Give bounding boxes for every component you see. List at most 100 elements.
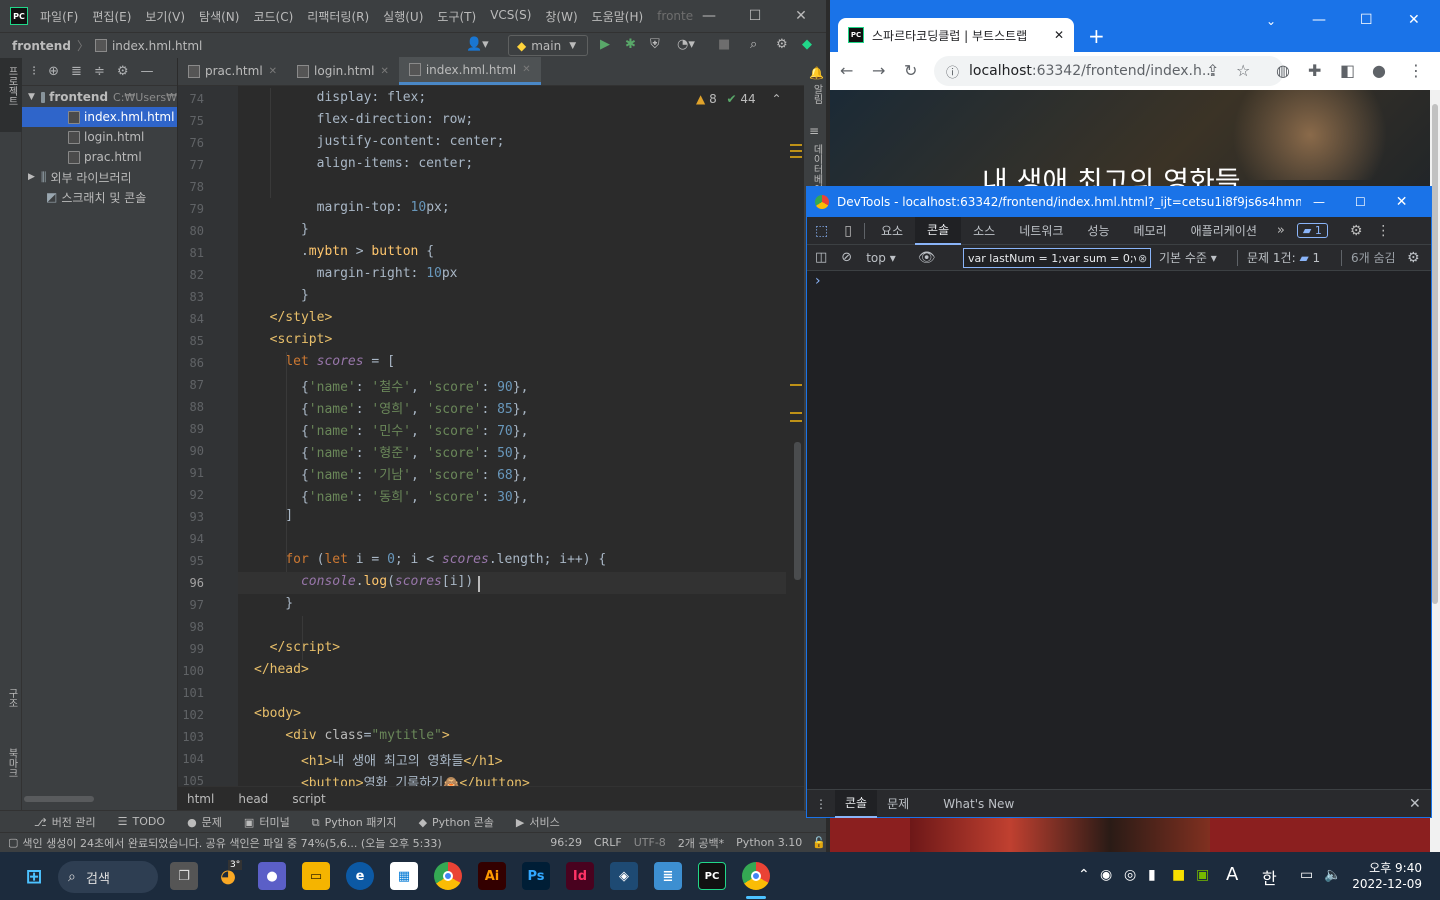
code-line[interactable]: </script>	[254, 640, 340, 655]
close-tab-icon[interactable]: ✕	[269, 66, 277, 77]
clear-filter-icon[interactable]: ⊗	[1138, 252, 1147, 265]
sidebar-toggle-icon[interactable]: ◫	[807, 250, 835, 265]
gear-icon[interactable]: ⚙	[1350, 223, 1363, 239]
store-icon[interactable]: ▦	[390, 862, 418, 890]
scroll-thumb[interactable]	[794, 442, 801, 580]
tool-window-button[interactable]: ⎇ 버전 관리	[34, 814, 96, 830]
chevron-up-icon[interactable]: ⌃	[1078, 867, 1090, 883]
search-icon[interactable]: ⌕	[750, 37, 757, 52]
tree-file[interactable]: index.hml.html	[22, 107, 177, 127]
tree-scratches[interactable]: ◩ 스크래치 및 콘솔	[22, 187, 177, 207]
eye-icon[interactable]: 👁	[918, 250, 936, 266]
menu-item[interactable]: 탐색(N)	[199, 8, 239, 25]
expand-all-icon[interactable]: ≣	[71, 64, 82, 79]
browser-tab[interactable]: PC 스파르타코딩클럽 | 부트스트랩 ✕	[838, 18, 1074, 52]
tool-window-button[interactable]: ◆ Python 콘솔	[419, 814, 494, 830]
collapse-all-icon[interactable]: ≑	[94, 64, 105, 79]
code-line[interactable]: {'name': '영희', 'score': 85},	[254, 398, 528, 417]
run-icon[interactable]: ▶	[600, 37, 610, 52]
close-icon[interactable]: ✕	[1396, 194, 1408, 210]
gear-icon[interactable]: ⚙	[776, 37, 788, 52]
stop-icon[interactable]: ■	[718, 37, 730, 52]
pycharm-taskbar-icon[interactable]: PC	[698, 862, 726, 890]
breadcrumb-project[interactable]: frontend	[12, 39, 71, 53]
tool-window-button[interactable]: ☰ TODO	[118, 815, 165, 828]
horizontal-scrollbar[interactable]	[24, 796, 94, 802]
warning-marker[interactable]	[790, 150, 802, 152]
code-line[interactable]: margin-top: 10px;	[254, 200, 450, 215]
inspect-icon[interactable]: ⬚	[807, 223, 836, 239]
log-level-selector[interactable]: 기본 수준 ▾	[1159, 249, 1217, 266]
drawer-menu-icon[interactable]: ⋮	[807, 797, 835, 811]
minimize-icon[interactable]: —	[1312, 12, 1326, 28]
menu-item[interactable]: 창(W)	[545, 8, 577, 25]
notifications-tool-label[interactable]: 알림	[809, 84, 824, 104]
path-crumb[interactable]: head	[238, 792, 268, 806]
menu-item[interactable]: 보기(V)	[145, 8, 185, 25]
console-prompt[interactable]: ›	[815, 273, 821, 289]
menu-item[interactable]: 코드(C)	[253, 8, 293, 25]
ime-alpha[interactable]: A	[1226, 864, 1238, 885]
sketchup-icon[interactable]: ◈	[610, 862, 638, 890]
account-icon[interactable]: 👤▾	[466, 37, 489, 52]
url-field[interactable]: ⓘ localhost :63342/frontend/index.h...	[934, 56, 1284, 86]
devtools-tab[interactable]: 애플리케이션	[1179, 217, 1269, 245]
volume-icon[interactable]: 🔈	[1324, 867, 1341, 883]
editor-tab[interactable]: login.html ✕	[287, 57, 399, 85]
menu-item[interactable]: 편집(E)	[92, 8, 131, 25]
code-line[interactable]: </style>	[254, 310, 333, 325]
close-tab-icon[interactable]: ✕	[1054, 28, 1064, 42]
code-line[interactable]: <div class="mytitle">	[254, 728, 449, 743]
tree-file[interactable]: login.html	[22, 127, 177, 147]
indent-setting[interactable]: 2개 공백*	[678, 835, 724, 851]
code-line[interactable]: <h1>내 생애 최고의 영화들</h1>	[254, 750, 503, 769]
maximize-icon[interactable]: ☐	[732, 0, 778, 32]
context-selector[interactable]: top ▾	[866, 251, 896, 265]
kakaotalk-icon[interactable]: ■	[1172, 867, 1185, 883]
warning-marker[interactable]	[790, 412, 802, 414]
devtools-tab[interactable]: 콘솔	[915, 216, 962, 245]
clock[interactable]: 오후 9:40 2022-12-09	[1352, 860, 1422, 892]
close-tab-icon[interactable]: ✕	[380, 66, 388, 77]
edge-icon[interactable]: e	[346, 862, 374, 890]
more-tabs-icon[interactable]: »	[1269, 223, 1293, 238]
tool-window-button[interactable]: ● 문제	[187, 814, 222, 830]
device-toolbar-icon[interactable]: ▯	[836, 223, 860, 239]
code-line[interactable]: justify-content: center;	[254, 134, 505, 149]
code-line[interactable]: }	[254, 596, 293, 611]
code-line[interactable]: margin-right: 10px	[254, 266, 458, 281]
code-line[interactable]: {'name': '기남', 'score': 68},	[254, 464, 528, 483]
file-explorer-icon[interactable]: ▭	[302, 862, 330, 890]
warning-marker[interactable]	[790, 144, 802, 146]
issues-summary[interactable]: 문제 1건: ▰ 1	[1247, 249, 1320, 266]
chrome-tray-icon[interactable]: ◉	[1100, 867, 1112, 883]
path-crumb[interactable]: script	[292, 792, 325, 806]
code-editor[interactable]: ▲ 8 ✔ 44 ⌃ ⌄ display: flex; flex-directi…	[238, 86, 804, 786]
console-settings-icon[interactable]: ⚙	[1407, 250, 1420, 266]
new-tab-icon[interactable]: +	[1088, 24, 1105, 48]
tree-external-libs[interactable]: ▶ ⫼ 외부 라이브러리	[22, 167, 177, 187]
ime-hangul[interactable]: 한	[1262, 865, 1277, 889]
drawer-tab[interactable]: 콘솔	[835, 789, 878, 818]
start-icon[interactable]: ⊞	[20, 862, 48, 890]
code-line[interactable]: <script>	[254, 332, 333, 347]
tool-window-button[interactable]: ▶ 서비스	[516, 814, 560, 830]
issues-badge[interactable]: ▰ 1	[1296, 223, 1328, 238]
code-line[interactable]: {'name': '철수', 'score': 90},	[254, 376, 528, 395]
profile-icon[interactable]: ●	[1372, 61, 1386, 80]
sidepanel-icon[interactable]: ◧	[1340, 61, 1355, 80]
code-line[interactable]: console.log(scores[i])	[254, 574, 473, 589]
code-line[interactable]: flex-direction: row;	[254, 112, 474, 127]
more-icon[interactable]: ⋮	[1376, 223, 1390, 239]
breadcrumb-file[interactable]: index.hml.html	[112, 39, 202, 53]
forward-icon[interactable]: →	[872, 61, 885, 80]
devtools-tab[interactable]: 메모리	[1122, 217, 1179, 245]
branch-selector[interactable]: ◆ main ▼	[508, 35, 588, 56]
code-line[interactable]: {'name': '동희', 'score': 30},	[254, 486, 528, 505]
gear-icon[interactable]: ⚙	[117, 64, 129, 79]
minimize-icon[interactable]: —	[686, 0, 732, 32]
devtools-tab[interactable]: 소스	[961, 217, 1007, 245]
code-line[interactable]: for (let i = 0; i < scores.length; i++) …	[254, 552, 606, 567]
code-line[interactable]: {'name': '형준', 'score': 50},	[254, 442, 528, 461]
close-icon[interactable]: ✕	[1408, 12, 1420, 28]
